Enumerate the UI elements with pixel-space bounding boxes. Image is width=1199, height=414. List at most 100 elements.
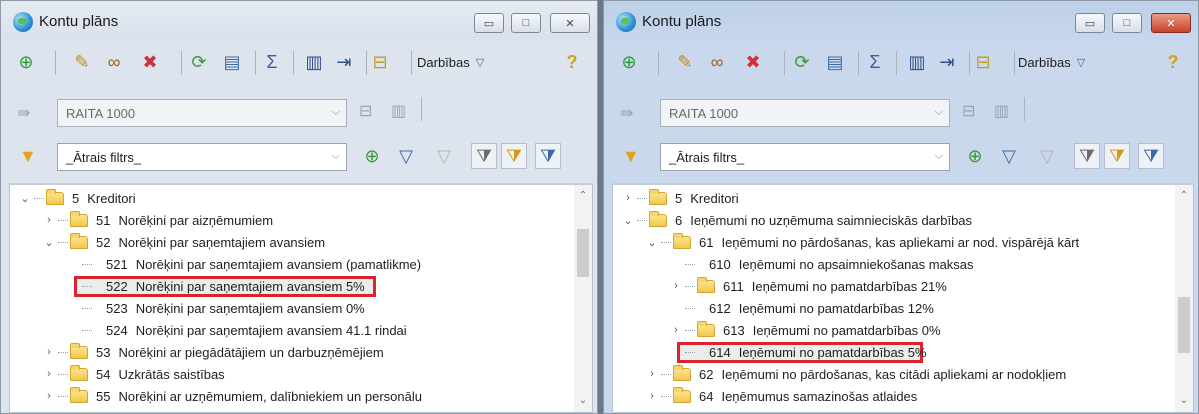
collapse-icon[interactable]: ⌄ xyxy=(18,192,32,205)
filter-mode-3-button[interactable]: ⧩ xyxy=(1138,143,1164,169)
vertical-scrollbar[interactable]: ⌃ ⌄ xyxy=(574,185,592,412)
refresh-button[interactable]: ⟳ xyxy=(789,49,815,75)
scroll-thumb[interactable] xyxy=(1178,297,1190,353)
expand-icon[interactable]: › xyxy=(645,390,659,402)
tree-row[interactable]: 524 Norēķini par saņemtajiem avansiem 41.… xyxy=(66,319,407,341)
close-button[interactable]: ✕ xyxy=(1151,13,1191,33)
print-button[interactable]: ▤ xyxy=(219,49,245,75)
collapse-icon[interactable]: ⌄ xyxy=(42,236,56,249)
tree-row[interactable]: 610 Ieņēmumi no apsaimniekošanas maksas xyxy=(669,253,974,275)
toolbar-separator xyxy=(1014,51,1015,75)
filter-mode-1-button[interactable]: ⧩ xyxy=(471,143,497,169)
quick-filter-select[interactable]: _Ātrais filtrs_ ⌵ xyxy=(57,143,347,171)
company-select[interactable]: RAITA 1000 ⌵ xyxy=(57,99,347,127)
tree-row[interactable]: › 62 Ieņēmumi no pārdošanas, kas citādi ap… xyxy=(645,363,1066,385)
company-select[interactable]: RAITA 1000 ⌵ xyxy=(660,99,950,127)
tree-row[interactable]: ⌄ 52 Norēķini par saņemtajiem avansiem xyxy=(42,231,325,253)
close-button[interactable]: ✕ xyxy=(550,13,590,33)
edit-icon: ✎ xyxy=(74,51,90,72)
tree-row[interactable]: ⌄ 5 Kreditori xyxy=(18,187,136,209)
tree-row[interactable]: › 55 Norēķini ar uzņēmumiem, dalībniekiem … xyxy=(42,385,422,407)
expand-icon[interactable]: › xyxy=(42,214,56,226)
delete-button[interactable]: ✖ xyxy=(137,49,163,75)
expand-icon[interactable]: › xyxy=(621,192,635,204)
columns-button[interactable]: ▥ xyxy=(301,49,327,75)
edit-button[interactable]: ✎ xyxy=(69,49,95,75)
account-code: 523 xyxy=(106,300,128,316)
actions-menu[interactable]: Darbības ▽ xyxy=(417,55,484,70)
binoculars-button[interactable]: ∞ xyxy=(704,49,730,75)
clear-filter-button[interactable]: ▽ xyxy=(431,143,457,169)
collapse-icon[interactable]: ⌄ xyxy=(621,214,635,227)
maximize-button[interactable]: □ xyxy=(511,13,541,33)
scroll-up-icon[interactable]: ⌃ xyxy=(574,187,592,205)
account-label: Norēķini par saņemtajiem avansiem 0% xyxy=(135,300,365,316)
tree-row[interactable]: 612 Ieņēmumi no pamatdarbības 12% xyxy=(669,297,934,319)
expand-icon[interactable]: › xyxy=(669,324,683,336)
tree-view-button[interactable]: ⊟ xyxy=(367,49,393,75)
tree-row[interactable]: ⌄ 61 Ieņēmumi no pārdošanas, kas apliekami… xyxy=(645,231,1079,253)
scroll-down-icon[interactable]: ⌄ xyxy=(1175,392,1193,410)
filter-mode-3-button[interactable]: ⧩ xyxy=(535,143,561,169)
scroll-thumb[interactable] xyxy=(577,229,589,277)
indent-button[interactable]: ⇥ xyxy=(934,49,960,75)
expand-icon[interactable]: › xyxy=(42,346,56,358)
tree-row[interactable]: › 51 Norēķini par aizņēmumiem xyxy=(42,209,273,231)
help-button[interactable]: ? xyxy=(559,49,585,75)
import-icon[interactable]: ⊟ xyxy=(359,101,372,121)
filter-mode-2-button[interactable]: ⧩ xyxy=(501,143,527,169)
tree-row[interactable]: › 53 Norēķini ar piegādātājiem un darbuzņē… xyxy=(42,341,384,363)
maximize-button[interactable]: □ xyxy=(1112,13,1142,33)
folder-icon xyxy=(70,364,88,381)
tree-row[interactable]: 522 Norēķini par saņemtajiem avansiem 5% xyxy=(66,275,365,297)
vertical-scrollbar[interactable]: ⌃ ⌄ xyxy=(1175,185,1193,412)
expand-icon[interactable]: › xyxy=(42,390,56,402)
tree-row[interactable]: › 613 Ieņēmumi no pamatdarbības 0% xyxy=(669,319,941,341)
minimize-button[interactable]: ▭ xyxy=(1075,13,1105,33)
filter-mode-1-button[interactable]: ⧩ xyxy=(1074,143,1100,169)
scroll-down-icon[interactable]: ⌄ xyxy=(574,392,592,410)
minimize-button[interactable]: ▭ xyxy=(474,13,504,33)
filter-button[interactable]: ▽ xyxy=(393,143,419,169)
print-button[interactable]: ▤ xyxy=(822,49,848,75)
tree-row[interactable]: 523 Norēķini par saņemtajiem avansiem 0% xyxy=(66,297,365,319)
expand-icon[interactable]: › xyxy=(669,280,683,292)
add-filter-button[interactable]: ⊕ xyxy=(359,143,385,169)
add-button[interactable]: ⊕ xyxy=(616,49,642,75)
tree-row[interactable]: › 5 Kreditori xyxy=(621,187,739,209)
expand-icon[interactable]: › xyxy=(645,368,659,380)
indent-button[interactable]: ⇥ xyxy=(331,49,357,75)
folder-icon xyxy=(70,386,88,403)
edit-button[interactable]: ✎ xyxy=(672,49,698,75)
tree-row[interactable]: ⌄ 6 Ieņēmumi no uzņēmuma saimnieciskās dar… xyxy=(621,209,972,231)
refresh-button[interactable]: ⟳ xyxy=(186,49,212,75)
list-icon[interactable]: ▥ xyxy=(391,101,406,121)
tree-row[interactable]: › 64 Ieņēmumus samazinošas atlaides xyxy=(645,385,917,407)
import-icon[interactable]: ⊟ xyxy=(962,101,975,121)
filter-mode-2-button[interactable]: ⧩ xyxy=(1104,143,1130,169)
tree-connector xyxy=(661,241,671,243)
add-filter-button[interactable]: ⊕ xyxy=(962,143,988,169)
clear-filter-button[interactable]: ▽ xyxy=(1034,143,1060,169)
delete-button[interactable]: ✖ xyxy=(740,49,766,75)
sum-button[interactable]: Σ xyxy=(259,49,285,75)
actions-menu[interactable]: Darbības ▽ xyxy=(1018,55,1085,70)
tree-row[interactable]: 521 Norēķini par saņemtajiem avansiem (pa… xyxy=(66,253,421,275)
tree-row[interactable]: › 54 Uzkrātās saistības xyxy=(42,363,225,385)
binoculars-button[interactable]: ∞ xyxy=(101,49,127,75)
account-label: Norēķini par aizņēmumiem xyxy=(118,212,274,228)
collapse-icon[interactable]: ⌄ xyxy=(645,236,659,249)
tree-view-button[interactable]: ⊟ xyxy=(970,49,996,75)
quick-filter-select[interactable]: _Ātrais filtrs_ ⌵ xyxy=(660,143,950,171)
tree-row[interactable]: › 611 Ieņēmumi no pamatdarbības 21% xyxy=(669,275,947,297)
columns-button[interactable]: ▥ xyxy=(904,49,930,75)
add-button[interactable]: ⊕ xyxy=(13,49,39,75)
scroll-up-icon[interactable]: ⌃ xyxy=(1175,187,1193,205)
filter-row: ▼ _Ātrais filtrs_ ⌵ ⊕ ▽ ▽ ⧩ ⧩ ⧩ xyxy=(1,139,597,175)
list-icon[interactable]: ▥ xyxy=(994,101,1009,121)
sum-button[interactable]: Σ xyxy=(862,49,888,75)
expand-icon[interactable]: › xyxy=(42,368,56,380)
help-button[interactable]: ? xyxy=(1160,49,1186,75)
filter-button[interactable]: ▽ xyxy=(996,143,1022,169)
tree-row[interactable]: 614 Ieņēmumi no pamatdarbības 5% xyxy=(669,341,927,363)
